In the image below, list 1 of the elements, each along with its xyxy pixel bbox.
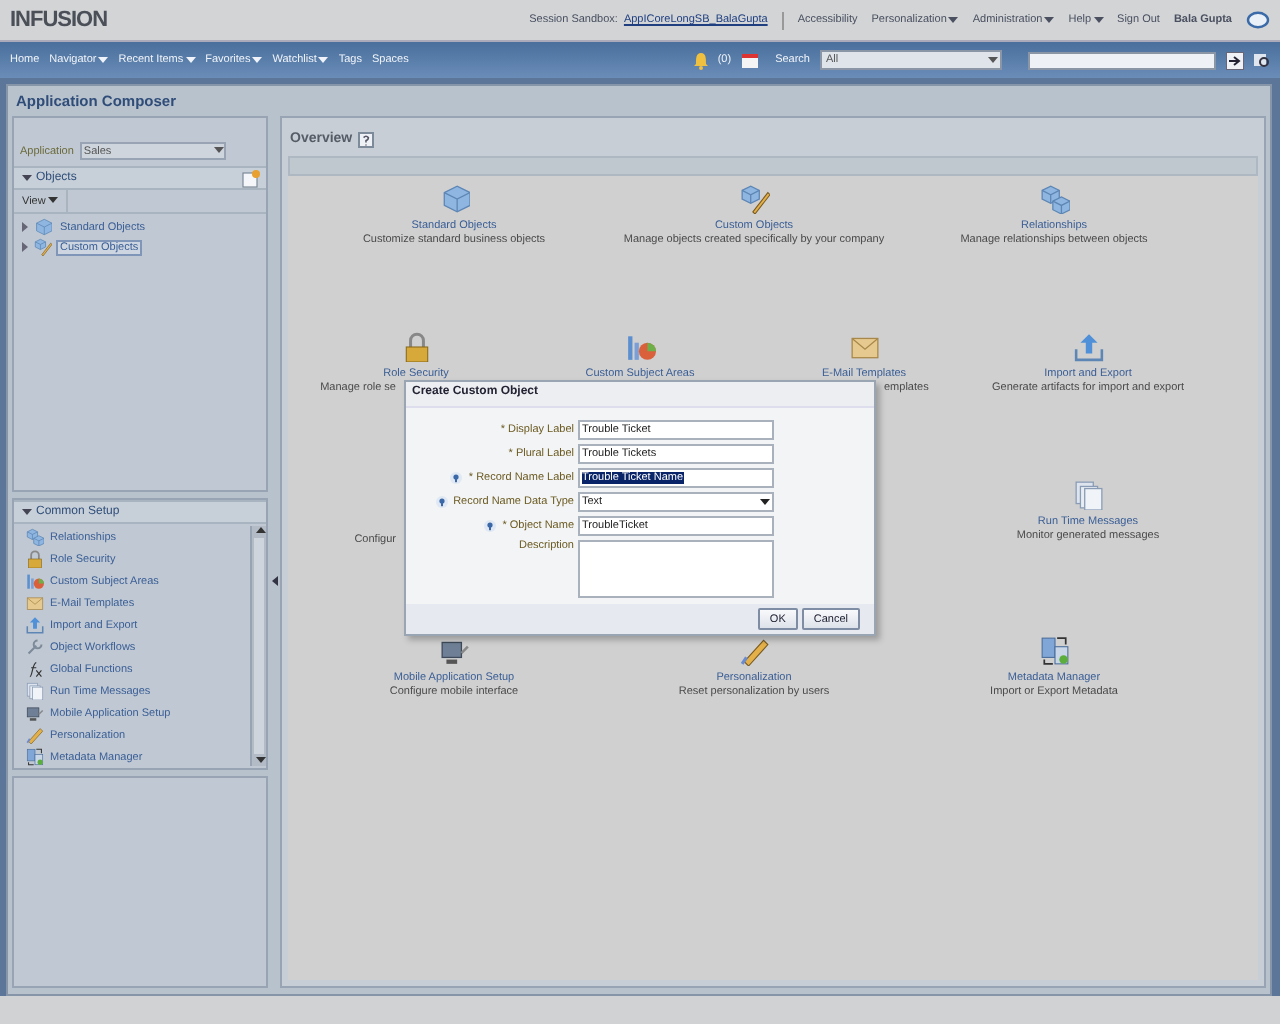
logo: INFUSION [10, 8, 108, 32]
